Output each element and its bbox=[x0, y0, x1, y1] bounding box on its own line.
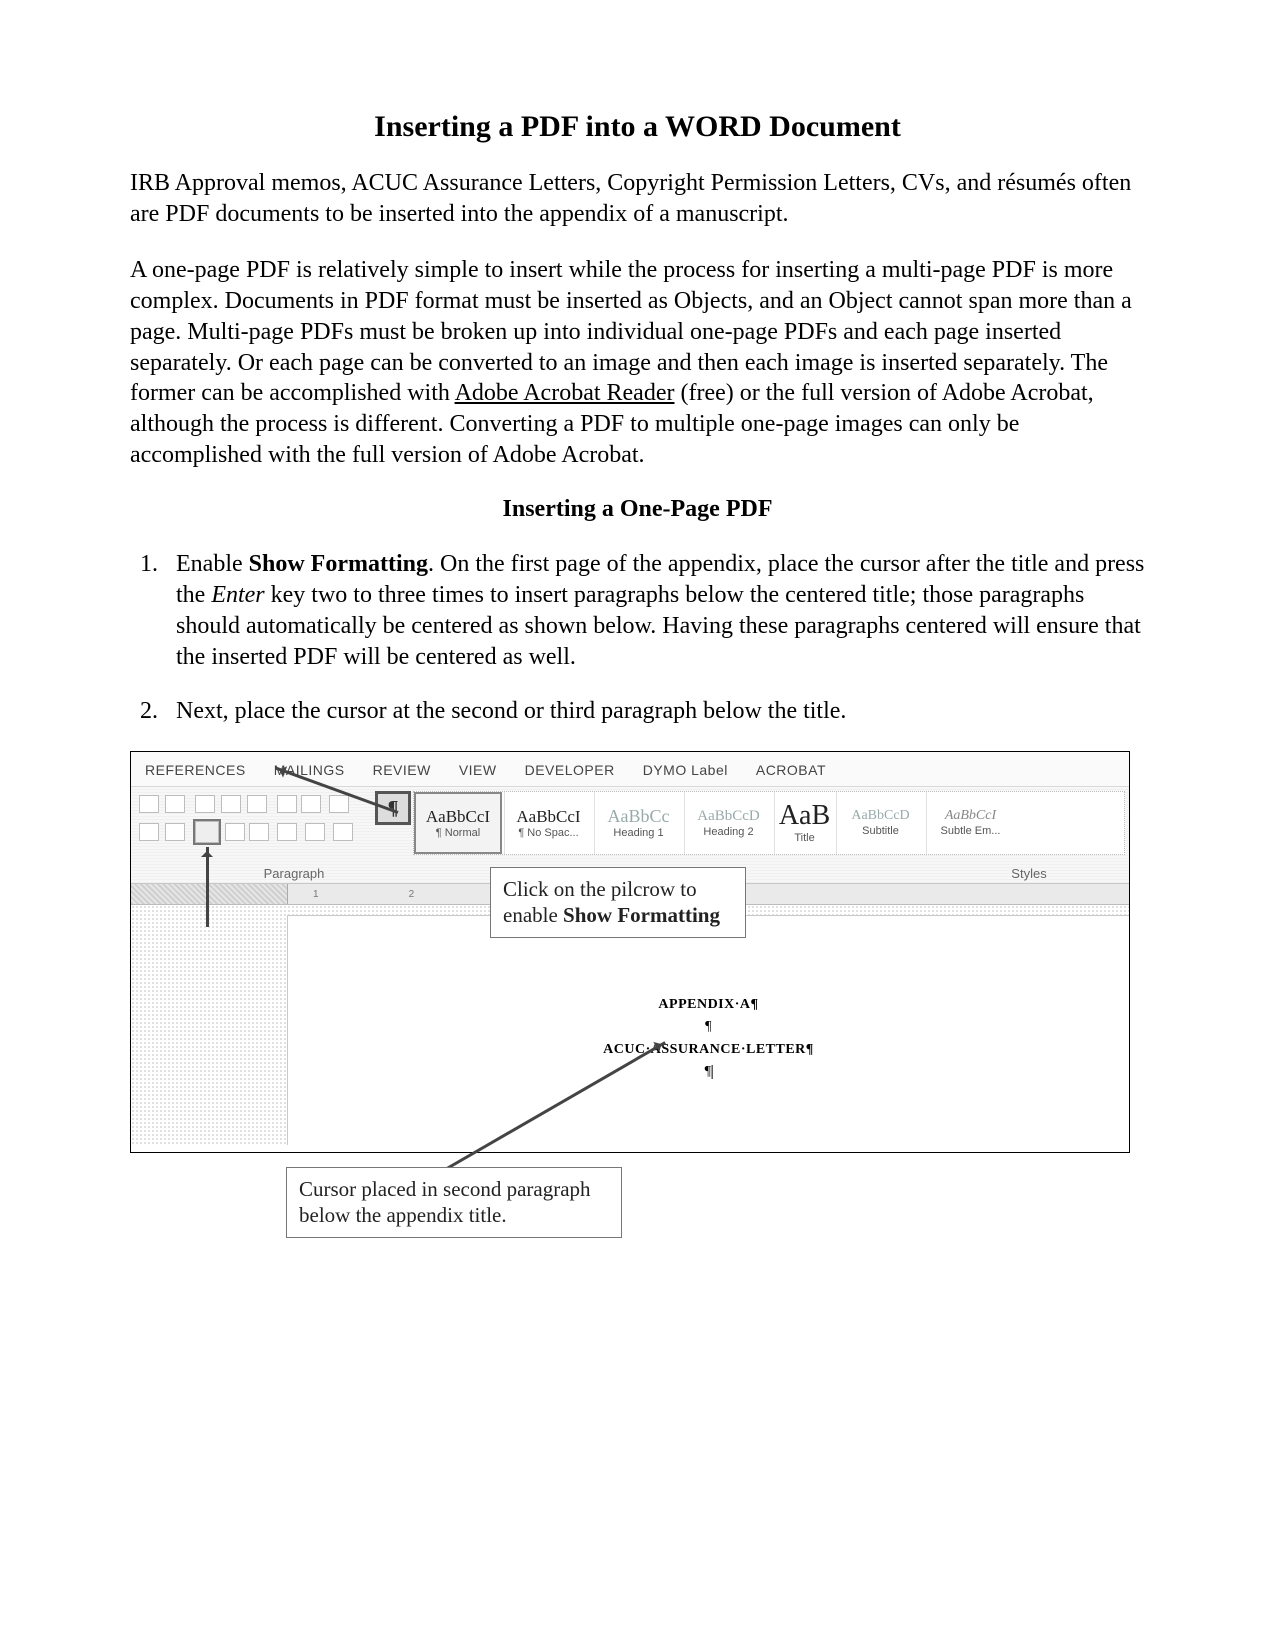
document-text: APPENDIX·A¶ ¶ ACUC·ASSURANCE·LETTER¶ ¶ bbox=[603, 994, 814, 1084]
step-2: Next, place the cursor at the second or … bbox=[164, 696, 1145, 727]
tab-review[interactable]: REVIEW bbox=[373, 762, 431, 778]
callout-cursor: Cursor placed in second paragraph below … bbox=[286, 1167, 622, 1238]
intro-paragraph-1: IRB Approval memos, ACUC Assurance Lette… bbox=[130, 168, 1145, 229]
callout-pilcrow: Click on the pilcrow to enable Show Form… bbox=[490, 867, 746, 938]
align-left-icon[interactable] bbox=[195, 821, 219, 843]
document-page[interactable]: APPENDIX·A¶ ¶ ACUC·ASSURANCE·LETTER¶ ¶ bbox=[287, 915, 1129, 1145]
format-painter-icon[interactable] bbox=[165, 795, 185, 813]
style-subtitle[interactable]: AaBbCcD Subtitle bbox=[836, 792, 924, 854]
group-label-styles: Styles bbox=[929, 866, 1129, 881]
pilcrow-line-2: ¶ bbox=[603, 1061, 814, 1083]
paragraph-group-icons bbox=[139, 793, 369, 863]
style-heading-1[interactable]: AaBbCc Heading 1 bbox=[594, 792, 682, 854]
ribbon-frame: REFERENCES MAILINGS REVIEW VIEW DEVELOPE… bbox=[130, 751, 1130, 1153]
styles-gallery: AaBbCcI ¶ Normal AaBbCcI ¶ No Spac... Aa… bbox=[413, 791, 1125, 855]
decrease-indent-icon[interactable] bbox=[277, 795, 297, 813]
intro-paragraph-2: A one-page PDF is relatively simple to i… bbox=[130, 255, 1145, 470]
increase-indent-icon[interactable] bbox=[301, 795, 321, 813]
align-center-icon[interactable] bbox=[225, 823, 245, 841]
style-heading-2[interactable]: AaBbCcD Heading 2 bbox=[684, 792, 772, 854]
steps-list: Enable Show Formatting. On the first pag… bbox=[130, 549, 1145, 727]
multilevel-list-icon[interactable] bbox=[247, 795, 267, 813]
font-color-icon[interactable] bbox=[139, 823, 159, 841]
style-subtle-emphasis[interactable]: AaBbCcI Subtle Em... bbox=[926, 792, 1014, 854]
tab-developer[interactable]: DEVELOPER bbox=[525, 762, 615, 778]
text-highlight-icon[interactable] bbox=[165, 823, 185, 841]
style-normal[interactable]: AaBbCcI ¶ Normal bbox=[414, 792, 502, 854]
tab-view[interactable]: VIEW bbox=[459, 762, 497, 778]
arrow-to-align-icon bbox=[206, 847, 209, 927]
tab-dymo[interactable]: DYMO Label bbox=[643, 762, 728, 778]
align-right-icon[interactable] bbox=[249, 823, 269, 841]
pilcrow-line-1: ¶ bbox=[603, 1016, 814, 1038]
section-heading: Inserting a One-Page PDF bbox=[130, 496, 1145, 523]
style-no-spacing[interactable]: AaBbCcI ¶ No Spac... bbox=[504, 792, 592, 854]
pilcrow-button[interactable]: ¶ bbox=[375, 791, 411, 825]
bullets-icon[interactable] bbox=[195, 795, 215, 813]
style-title[interactable]: AaB Title bbox=[774, 792, 834, 854]
appendix-title-line: APPENDIX·A¶ bbox=[603, 994, 814, 1016]
adobe-reader-link[interactable]: Adobe Acrobat Reader bbox=[455, 380, 675, 406]
page-title: Inserting a PDF into a WORD Document bbox=[130, 110, 1145, 144]
tab-acrobat[interactable]: ACROBAT bbox=[756, 762, 826, 778]
numbering-icon[interactable] bbox=[221, 795, 241, 813]
tab-references[interactable]: REFERENCES bbox=[145, 762, 246, 778]
text-cursor-icon bbox=[711, 1065, 712, 1079]
line-spacing-icon[interactable] bbox=[277, 823, 297, 841]
document-area: APPENDIX·A¶ ¶ ACUC·ASSURANCE·LETTER¶ ¶ bbox=[131, 905, 1129, 1145]
word-screenshot-figure: REFERENCES MAILINGS REVIEW VIEW DEVELOPE… bbox=[130, 751, 1130, 1153]
shading-icon[interactable] bbox=[305, 823, 325, 841]
step-1: Enable Show Formatting. On the first pag… bbox=[164, 549, 1145, 672]
sort-icon[interactable] bbox=[329, 795, 349, 813]
font-color-dropdown-icon[interactable] bbox=[139, 795, 159, 813]
borders-icon[interactable] bbox=[333, 823, 353, 841]
group-label-paragraph: Paragraph bbox=[177, 866, 411, 881]
